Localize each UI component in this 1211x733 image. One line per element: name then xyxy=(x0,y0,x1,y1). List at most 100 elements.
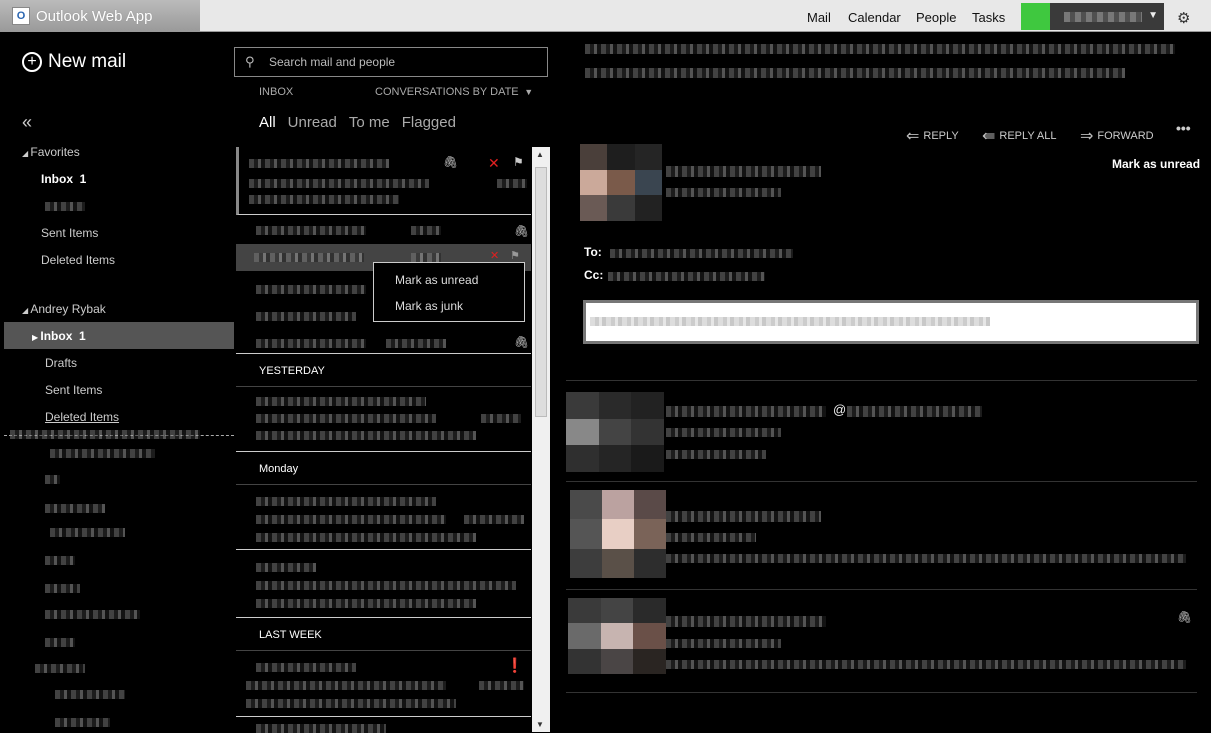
reading-pane: ⇐ REPLY ⇚ REPLY ALL ⇒ FORWARD ••• Mark as u… xyxy=(550,32,1211,732)
collapse-pane-icon[interactable]: « xyxy=(22,112,32,133)
scroll-down-icon[interactable]: ▼ xyxy=(536,720,544,729)
account-inbox[interactable]: ▶ Inbox 1 xyxy=(32,329,86,343)
top-bar: O Outlook Web App Mail Calendar People T… xyxy=(0,0,1211,32)
scroll-up-icon[interactable]: ▲ xyxy=(536,150,544,159)
favorites-header[interactable]: ◢ Favorites xyxy=(22,145,80,159)
new-mail-button[interactable]: + New mail xyxy=(22,51,126,73)
paperclip-icon: 🖇 xyxy=(514,224,530,238)
fav-inbox-label: Inbox xyxy=(41,172,73,186)
mark-unread-link[interactable]: Mark as unread xyxy=(1112,157,1200,171)
message-sender-blurred xyxy=(256,663,356,672)
blurred-folder[interactable] xyxy=(50,528,125,537)
flag-icon[interactable]: ⚑ xyxy=(510,249,520,262)
nav-mail[interactable]: Mail xyxy=(807,10,831,25)
forward-icon: ⇒ xyxy=(1080,128,1094,145)
message-item[interactable]: ❗ xyxy=(236,651,531,717)
message-body-box xyxy=(583,300,1199,344)
nav-tasks[interactable]: Tasks xyxy=(972,10,1005,25)
blurred-folder[interactable] xyxy=(50,449,155,458)
reply-button[interactable]: ⇐ REPLY xyxy=(906,126,959,146)
more-actions-icon[interactable]: ••• xyxy=(1176,120,1191,136)
sort-dropdown[interactable]: CONVERSATIONS BY DATE ▼ xyxy=(375,86,533,98)
blurred-folder[interactable] xyxy=(55,718,110,727)
filter-unread[interactable]: Unread xyxy=(288,114,337,131)
user-menu[interactable]: ▼ xyxy=(1050,3,1164,30)
blurred-folder[interactable] xyxy=(45,556,75,565)
blurred-folder[interactable] xyxy=(45,638,75,647)
search-box[interactable]: ⚲ xyxy=(234,47,548,77)
blurred-folder[interactable] xyxy=(10,430,200,439)
nav-calendar[interactable]: Calendar xyxy=(848,10,901,25)
filter-flagged[interactable]: Flagged xyxy=(402,114,456,131)
forward-button[interactable]: ⇒ FORWARD xyxy=(1080,126,1154,146)
message-body-blurred xyxy=(590,317,990,326)
thread-sender-blurred[interactable] xyxy=(666,511,821,522)
blurred-folder[interactable] xyxy=(55,690,125,699)
message-item[interactable]: 🖇 ✕ ⚑ xyxy=(236,147,531,215)
cc-recipients-blurred[interactable] xyxy=(608,272,765,281)
account-drafts[interactable]: Drafts xyxy=(45,356,77,370)
blurred-folder[interactable] xyxy=(45,504,105,513)
message-item[interactable] xyxy=(236,718,531,733)
blurred-folder[interactable] xyxy=(45,475,60,484)
nav-people[interactable]: People xyxy=(916,10,956,25)
filter-all[interactable]: All xyxy=(259,114,276,131)
account-inbox-count: 1 xyxy=(79,329,86,343)
user-name-blurred xyxy=(1064,12,1142,22)
account-deleted-items[interactable]: Deleted Items xyxy=(45,410,119,424)
blurred-folder[interactable] xyxy=(45,610,140,619)
message-item[interactable] xyxy=(236,485,531,550)
filter-bar: All Unread To me Flagged xyxy=(259,114,456,131)
thread-date-blurred xyxy=(666,428,781,437)
reply-all-button[interactable]: ⇚ REPLY ALL xyxy=(982,126,1057,146)
message-list-scrollbar[interactable]: ▲ ▼ xyxy=(532,147,550,732)
filter-to-me[interactable]: To me xyxy=(349,114,390,131)
favorites-header-label: Favorites xyxy=(30,145,80,159)
to-recipients-blurred[interactable] xyxy=(610,249,793,258)
fav-inbox[interactable]: Inbox 1 xyxy=(41,172,86,186)
search-input[interactable] xyxy=(269,54,529,70)
message-list: 🖇 ✕ ⚑ 🖇 ✕ ⚑ 🖇 YESTERDAY Monday LAST WEEK… xyxy=(234,147,532,733)
fav-deleted-items[interactable]: Deleted Items xyxy=(41,253,115,267)
avatar xyxy=(580,144,662,221)
flag-icon[interactable]: ⚑ xyxy=(513,155,524,169)
message-subject-blurred xyxy=(256,581,516,590)
menu-mark-unread[interactable]: Mark as unread xyxy=(395,273,478,287)
account-sent-items[interactable]: Sent Items xyxy=(45,383,102,397)
blurred-folder[interactable] xyxy=(35,664,85,673)
delete-icon[interactable]: ✕ xyxy=(488,155,500,172)
message-time-blurred xyxy=(497,179,527,188)
thread-date-blurred xyxy=(666,639,781,648)
thread-sender-blurred[interactable] xyxy=(666,406,826,417)
scrollbar-thumb[interactable] xyxy=(535,167,547,417)
thread-sender-blurred[interactable] xyxy=(666,616,826,627)
message-item[interactable] xyxy=(236,387,531,452)
fav-folder-blurred[interactable] xyxy=(45,202,85,211)
search-icon: ⚲ xyxy=(245,54,255,69)
blurred-folder[interactable] xyxy=(45,584,80,593)
paperclip-icon: 🖇 xyxy=(443,155,459,169)
to-label: To: xyxy=(584,245,602,259)
message-item[interactable] xyxy=(236,551,531,618)
outlook-icon: O xyxy=(12,7,30,25)
forward-label: FORWARD xyxy=(1097,130,1154,142)
context-menu: Mark as unread Mark as junk xyxy=(373,262,525,322)
app-logo[interactable]: O Outlook Web App xyxy=(12,7,152,25)
thread-preview-blurred xyxy=(666,660,1186,669)
sender-name-blurred[interactable] xyxy=(666,166,821,177)
message-time-blurred xyxy=(411,226,441,235)
fav-sent-items[interactable]: Sent Items xyxy=(41,226,98,240)
thread-preview-blurred xyxy=(666,554,1186,563)
high-importance-icon: ❗ xyxy=(506,657,524,673)
message-subject-blurred xyxy=(256,515,446,524)
sort-label: CONVERSATIONS BY DATE xyxy=(375,86,519,98)
message-subject-blurred xyxy=(246,681,446,690)
account-header[interactable]: ◢ Andrey Rybak xyxy=(22,302,106,316)
message-preview-blurred xyxy=(256,533,476,542)
subject-blurred xyxy=(585,68,1125,78)
gear-icon[interactable]: ⚙ xyxy=(1177,9,1190,27)
menu-mark-junk[interactable]: Mark as junk xyxy=(395,299,463,313)
chevron-down-icon: ▼ xyxy=(521,87,534,97)
delete-icon[interactable]: ✕ xyxy=(490,249,499,262)
paperclip-icon: 🖇 xyxy=(514,335,530,349)
